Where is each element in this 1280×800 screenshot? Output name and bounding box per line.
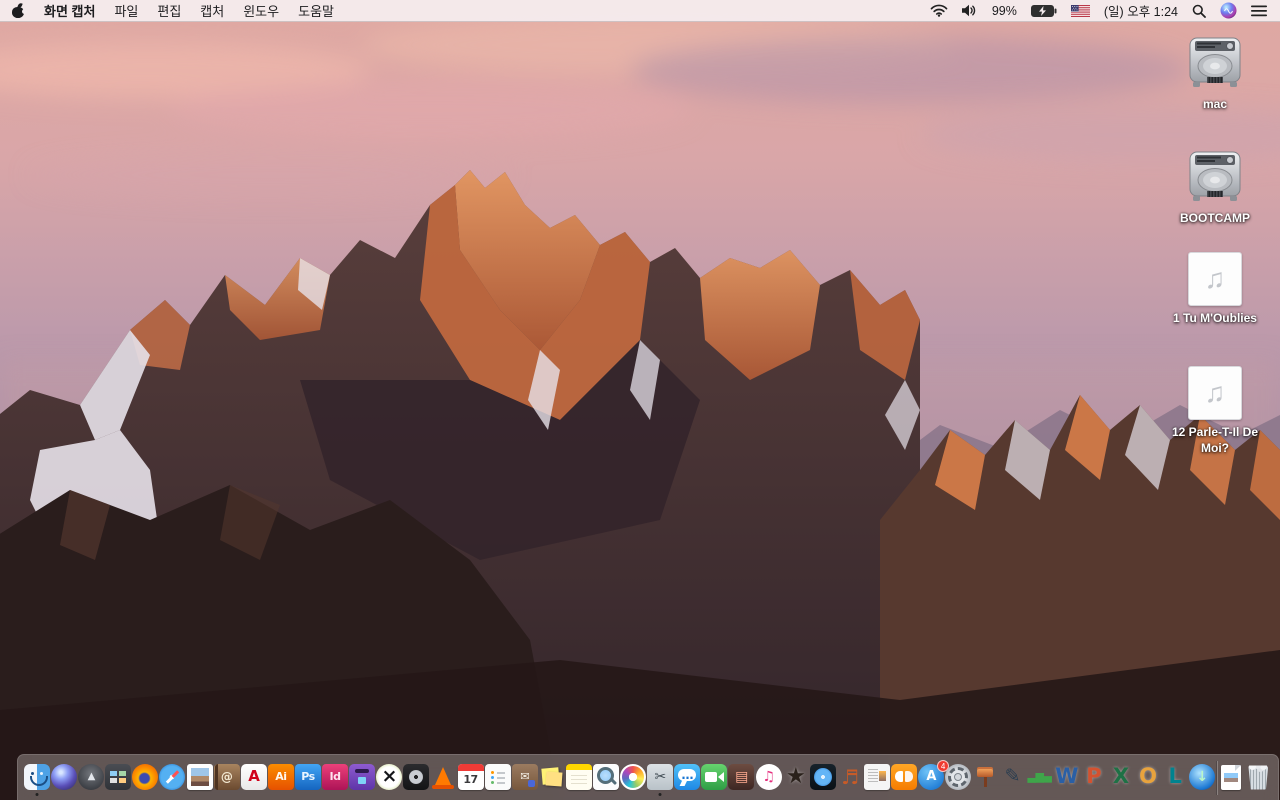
dock-adobe-reader-icon[interactable]: A (240, 759, 267, 797)
dock-reminders-icon[interactable] (484, 759, 511, 797)
dock-dvd-player-app-icon[interactable] (809, 759, 836, 797)
dock-vlc-icon[interactable] (430, 759, 456, 797)
menu-bar: 화면 캡처 파일 편집 캡처 윈도우 도움말 99% (일) 오후 1:24 (0, 0, 1280, 22)
desktop-screen: 화면 캡처 파일 편집 캡처 윈도우 도움말 99% (일) 오후 1:24 m… (0, 0, 1280, 800)
audio-file-icon[interactable]: ♫ (1160, 366, 1270, 420)
dock-photos-icon[interactable] (620, 759, 647, 797)
dock-garageband-icon[interactable]: ♬ (837, 759, 863, 797)
wifi-icon[interactable] (930, 4, 948, 17)
dock-address-book-icon[interactable]: @ (213, 759, 240, 797)
dock-excel-icon[interactable]: X (1108, 759, 1134, 797)
desktop-icon-label: mac (1202, 97, 1228, 111)
dock-x-utility-icon[interactable]: × (376, 759, 403, 797)
dock-disk-tool-icon[interactable] (403, 759, 430, 797)
menubar-menu-4[interactable]: 도움말 (298, 1, 334, 20)
dock-photoshop-icon[interactable]: Ps (294, 759, 321, 797)
apple-menu-icon[interactable] (12, 2, 27, 19)
audio-file-icon[interactable]: ♫ (1160, 252, 1270, 306)
hard-drive-icon[interactable] (1160, 34, 1270, 92)
dock-indesign-icon[interactable]: Id (322, 759, 349, 797)
dock-toast-icon[interactable] (349, 759, 376, 797)
spotlight-icon[interactable] (1192, 4, 1206, 18)
dock-system-preferences-icon[interactable] (945, 759, 972, 797)
dock-iweb-icon[interactable] (863, 759, 890, 797)
dock-finder-icon[interactable] (24, 759, 50, 797)
dock-divider (1216, 760, 1218, 795)
dock-photo-booth-icon[interactable]: ▤ (728, 759, 755, 797)
desktop-icon-12-parle-t-il-de-moi-[interactable]: ♫ 12 Parle-T-Il De Moi? (1160, 366, 1270, 456)
dock-stickies-icon[interactable] (539, 759, 565, 797)
dock-numbers-icon[interactable]: ▃▆▄ (1026, 759, 1052, 797)
dock-app-store-icon[interactable]: A4 (918, 759, 950, 797)
dock-outlook-icon[interactable]: O (1135, 759, 1161, 797)
volume-icon[interactable] (961, 4, 978, 17)
menubar-menu-1[interactable]: 편집 (157, 1, 181, 20)
running-indicator-dot (658, 792, 662, 796)
desktop-icon-mac[interactable]: mac (1160, 34, 1270, 112)
dock-siri-icon[interactable] (51, 759, 78, 797)
dock: ▲ @ A Ai Ps Id × 17 ✉ ✂… ▤ ♫ ★ ♬ A 4 ✎ ▃▆▄ W P X O L ↓ (17, 754, 1279, 800)
dock-launchpad-icon[interactable]: ▲ (78, 759, 105, 797)
battery-charging-icon[interactable] (1030, 4, 1057, 17)
dock-lync-icon[interactable]: L (1162, 759, 1188, 797)
desktop-icon-label: 1 Tu M'Oublies (1173, 311, 1257, 325)
dock-download-manager-icon[interactable]: ↓ (1189, 759, 1216, 797)
desktop-icon-label: 12 Parle-T-Il De Moi? (1171, 425, 1259, 456)
desktop-icon-1-tu-m-oublies[interactable]: ♫ 1 Tu M'Oublies (1160, 252, 1270, 326)
battery-percent: 99% (991, 3, 1017, 18)
hard-drive-icon[interactable] (1160, 148, 1270, 206)
input-source-us-flag-icon[interactable] (1070, 4, 1090, 17)
dock-safari-icon[interactable] (159, 759, 186, 797)
running-indicator-dot (35, 792, 39, 796)
dock-facetime-icon[interactable] (701, 759, 728, 797)
dock-powerpoint-icon[interactable]: P (1081, 759, 1107, 797)
dock-pages-icon[interactable]: ✎ (999, 759, 1025, 797)
dock-imovie-icon[interactable]: ★ (783, 759, 809, 797)
dock-firefox-icon[interactable] (132, 759, 159, 797)
siri-icon[interactable] (1220, 2, 1237, 19)
menubar-menus: 파일 편집 캡처 윈도우 도움말 (114, 1, 334, 20)
dock-word-icon[interactable]: W (1054, 759, 1080, 797)
dock-ibooks-icon[interactable] (891, 759, 917, 797)
dock-keynote-icon[interactable] (972, 759, 998, 797)
dock-illustrator-icon[interactable]: Ai (267, 759, 294, 797)
dock-itunes-icon[interactable]: ♫ (755, 759, 782, 797)
menubar-menu-2[interactable]: 캡처 (200, 1, 224, 20)
menubar-app-name[interactable]: 화면 캡처 (44, 1, 95, 20)
desktop-icon-label: BOOTCAMP (1180, 211, 1250, 225)
dock-preview-icon[interactable] (592, 759, 619, 797)
menubar-menu-3[interactable]: 윈도우 (243, 1, 279, 20)
notification-center-icon[interactable] (1251, 5, 1268, 17)
dock-trash-full-icon[interactable] (1245, 759, 1271, 797)
dock-calendar-icon[interactable]: 17 (457, 759, 484, 797)
dock-image-document-icon[interactable] (1218, 759, 1244, 797)
menubar-menu-0[interactable]: 파일 (114, 1, 138, 20)
dock-grab-screen-capture-icon[interactable]: ✂ (647, 759, 674, 797)
dock-image-viewer-icon[interactable] (186, 759, 213, 797)
dock-notes-icon[interactable] (565, 759, 592, 797)
dock-mission-control-icon[interactable] (105, 759, 132, 797)
dock-messages-icon[interactable]: … (674, 759, 701, 797)
dock-mail-archiver-icon[interactable]: ✉ (511, 759, 538, 797)
menubar-clock[interactable]: (일) 오후 1:24 (1104, 1, 1178, 20)
wallpaper-sierra-mountains (0, 0, 1280, 800)
desktop-icon-bootcamp[interactable]: BOOTCAMP (1160, 148, 1270, 226)
